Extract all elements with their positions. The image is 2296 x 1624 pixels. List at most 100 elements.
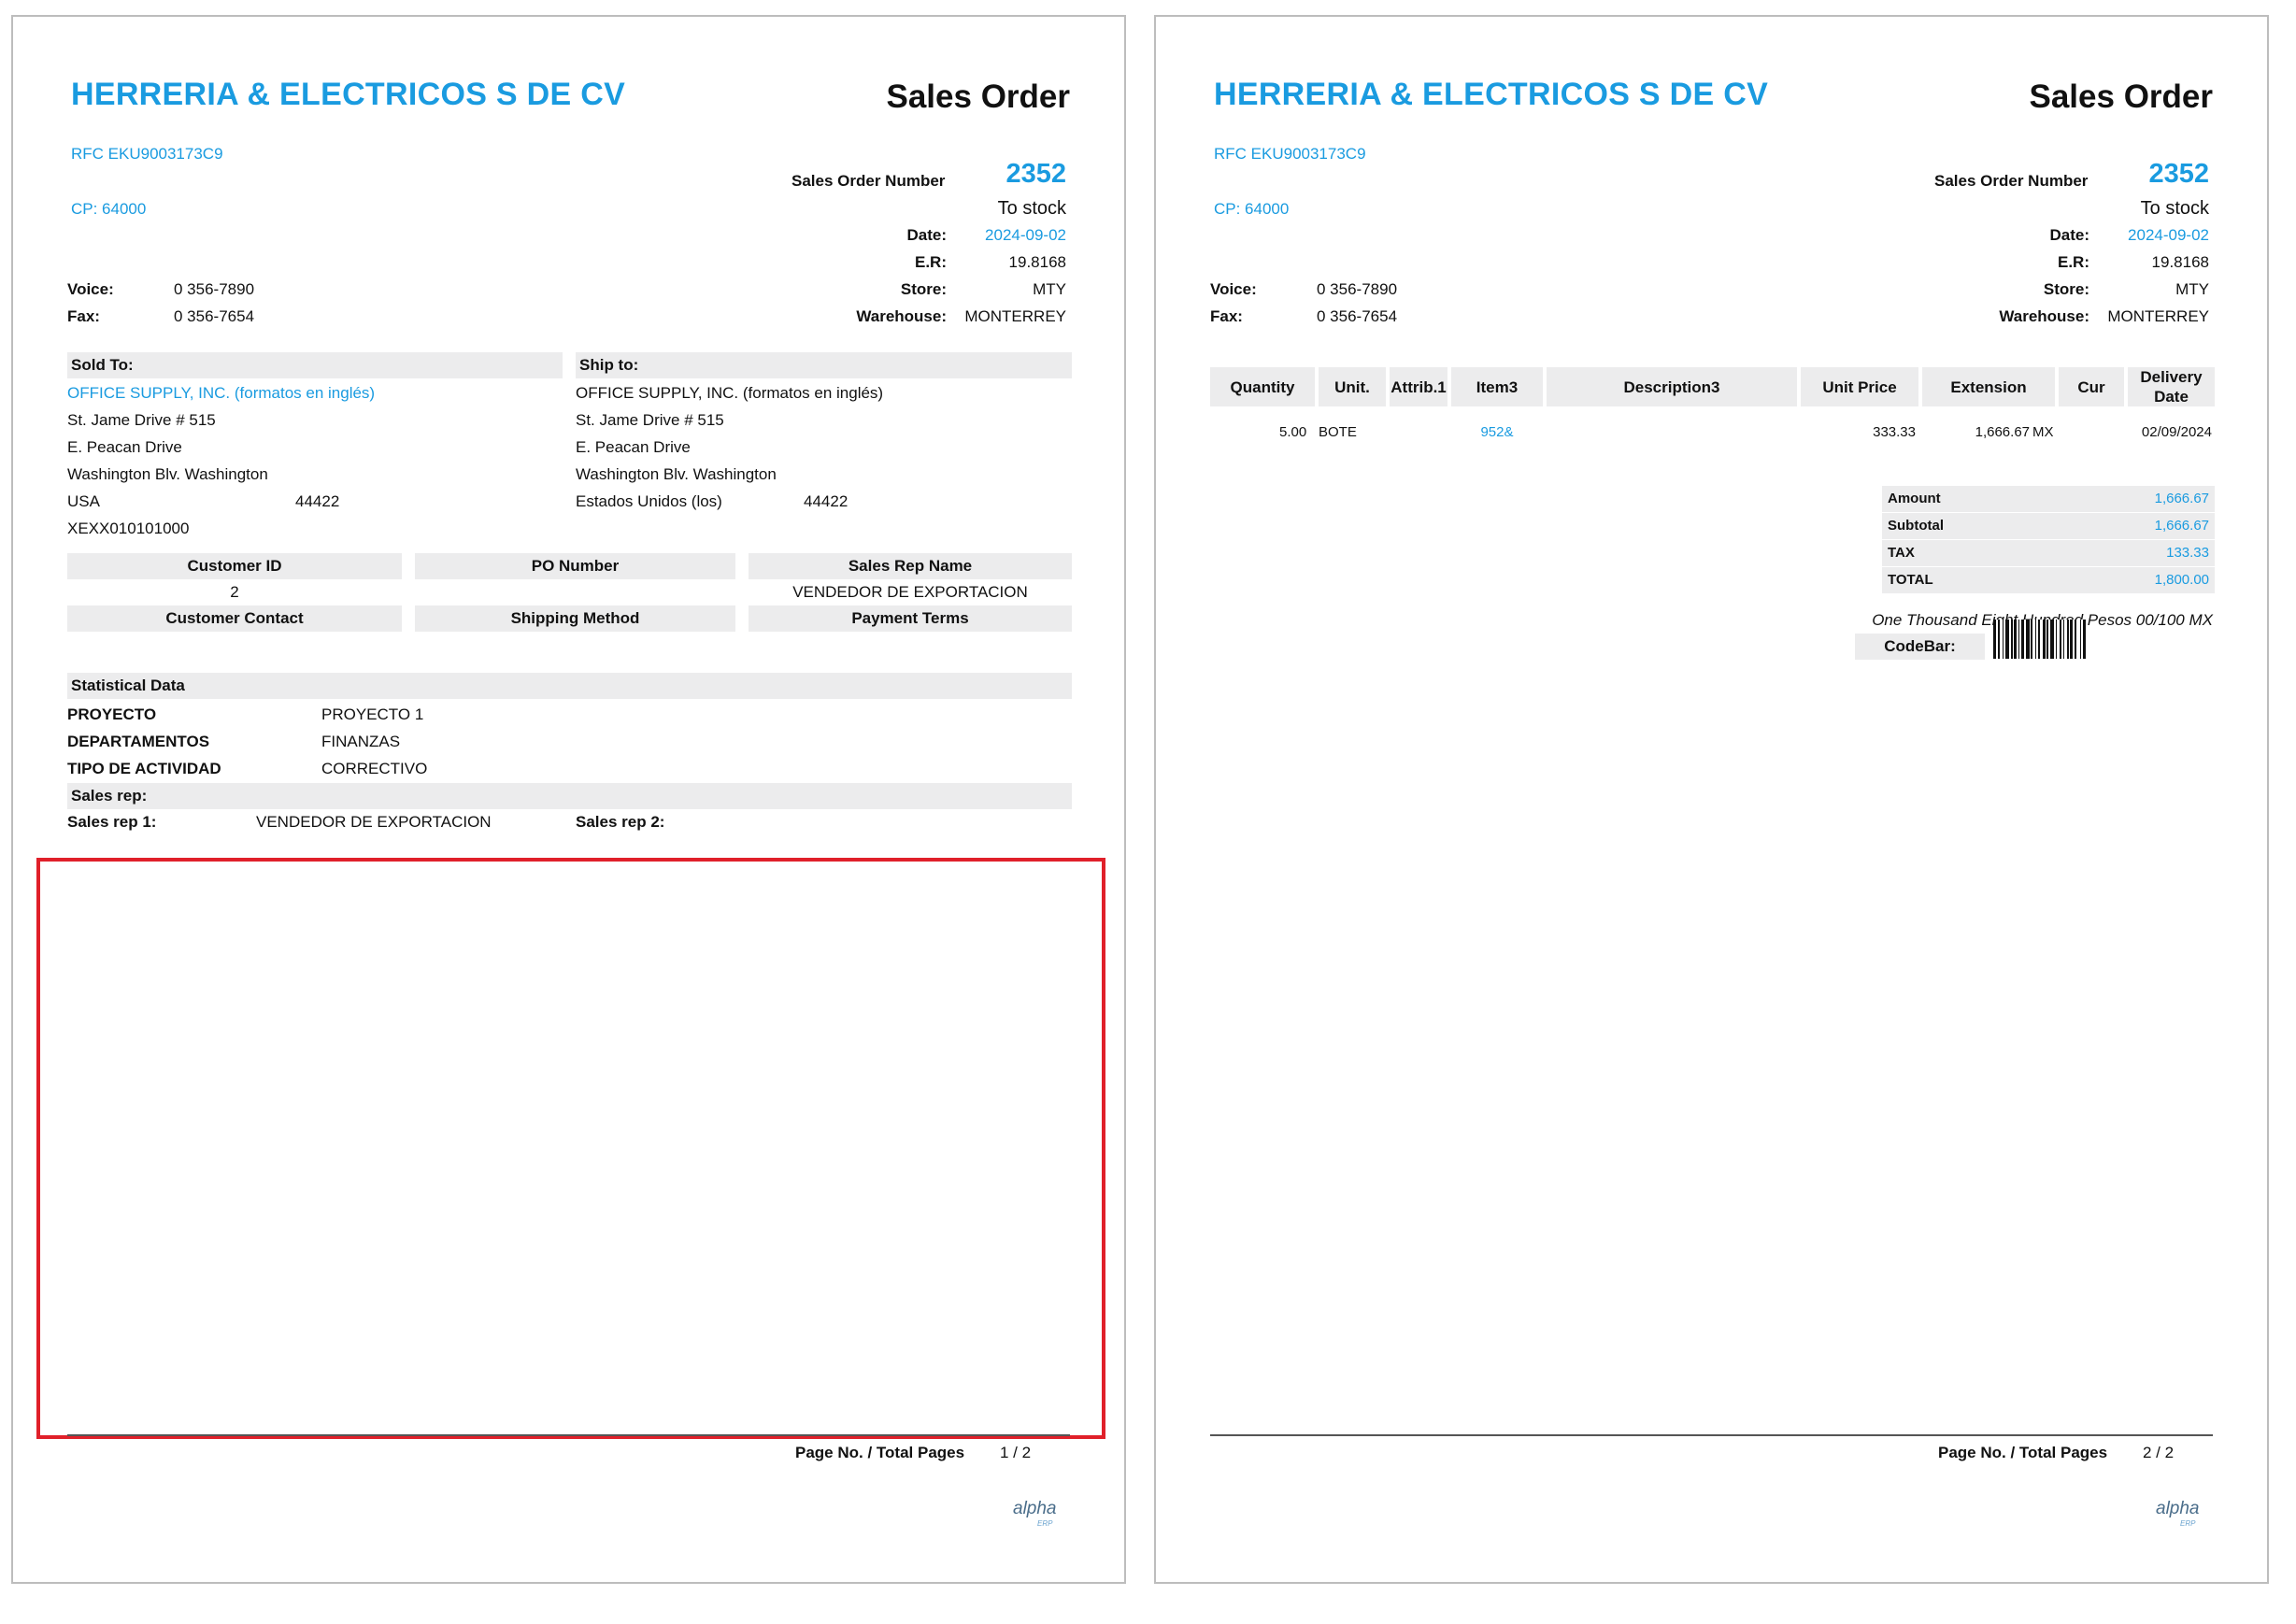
codebar-label: CodeBar: xyxy=(1855,634,1985,660)
total-label: TOTAL xyxy=(1888,572,1933,588)
footer-divider xyxy=(67,1434,1070,1436)
alpha-logo-sub: ERP xyxy=(1037,1519,1053,1528)
company-cp: CP: 64000 xyxy=(71,200,147,218)
document-title: Sales Order xyxy=(886,78,1071,115)
page-number-label: Page No. / Total Pages xyxy=(1938,1444,2108,1461)
exchange-rate: 19.8168 xyxy=(1008,253,1066,271)
col-quantity: Quantity xyxy=(1210,367,1315,406)
fax-label: Fax: xyxy=(1210,307,1243,325)
order-date: 2024-09-02 xyxy=(985,226,1066,244)
page-1: HERRERIA & ELECTRICOS S DE CV RFC EKU900… xyxy=(11,15,1126,1584)
stat-value-proyecto: PROYECTO 1 xyxy=(321,705,424,723)
company-name: HERRERIA & ELECTRICOS S DE CV xyxy=(71,77,626,112)
total-value: 1,800.00 xyxy=(2154,572,2209,588)
alpha-logo-text: alpha xyxy=(1013,1499,1057,1518)
warehouse-value: MONTERREY xyxy=(964,307,1066,325)
sold-to-tax-id: XEXX010101000 xyxy=(67,520,190,537)
sales-rep-2-label: Sales rep 2: xyxy=(576,813,665,831)
barcode-stripe xyxy=(2086,620,2088,659)
ship-to-name: OFFICE SUPPLY, INC. (formatos en inglés) xyxy=(576,384,884,402)
totals-tax-row: TAX 133.33 xyxy=(1882,540,2215,566)
store-label: Store: xyxy=(900,280,947,298)
row-delivery-date: 02/09/2024 xyxy=(2141,424,2212,440)
stat-value-tipo-actividad: CORRECTIVO xyxy=(321,760,428,777)
fax-value: 0 356-7654 xyxy=(1317,307,1398,325)
col-attrib: Attrib.1 xyxy=(1390,367,1447,406)
row-unit: BOTE xyxy=(1319,424,1357,440)
sold-to-city: Washington Blv. Washington xyxy=(67,465,268,483)
order-number: 2352 xyxy=(1005,159,1066,189)
statistical-data-header: Statistical Data xyxy=(67,673,1072,699)
company-rfc: RFC EKU9003173C9 xyxy=(71,145,223,163)
sold-to-name: OFFICE SUPPLY, INC. (formatos en inglés) xyxy=(67,384,376,402)
warehouse-value: MONTERREY xyxy=(2107,307,2209,325)
order-number-label: Sales Order Number xyxy=(791,172,946,190)
customer-contact-header: Customer Contact xyxy=(67,605,402,632)
alpha-logo: alpha ERP xyxy=(1013,1499,1057,1528)
col-unit: Unit. xyxy=(1319,367,1386,406)
row-unit-price: 333.33 xyxy=(1873,424,1916,440)
company-name: HERRERIA & ELECTRICOS S DE CV xyxy=(1214,77,1769,112)
order-type: To stock xyxy=(997,198,1066,219)
order-date: 2024-09-02 xyxy=(2128,226,2209,244)
document-title: Sales Order xyxy=(2029,78,2214,115)
order-number-label: Sales Order Number xyxy=(1934,172,2089,190)
page-number-value: 2 / 2 xyxy=(2143,1444,2175,1461)
subtotal-label: Subtotal xyxy=(1888,518,1944,534)
sold-to-line2: E. Peacan Drive xyxy=(67,438,182,456)
page-number-label: Page No. / Total Pages xyxy=(795,1444,965,1461)
totals-subtotal-row: Subtotal 1,666.67 xyxy=(1882,513,2215,539)
date-label: Date: xyxy=(2049,226,2089,244)
alpha-logo: alpha ERP xyxy=(2156,1499,2200,1528)
ship-to-city: Washington Blv. Washington xyxy=(576,465,777,483)
sold-to-zip: 44422 xyxy=(295,492,340,510)
customer-id-header: Customer ID xyxy=(67,553,402,579)
company-cp: CP: 64000 xyxy=(1214,200,1290,218)
shipping-method-header: Shipping Method xyxy=(415,605,735,632)
tax-value: 133.33 xyxy=(2166,545,2209,561)
warehouse-label: Warehouse: xyxy=(1999,307,2089,325)
fax-label: Fax: xyxy=(67,307,100,325)
barcode-image xyxy=(1993,620,2158,659)
highlight-box xyxy=(36,858,1105,1439)
page-2: HERRERIA & ELECTRICOS S DE CV RFC EKU900… xyxy=(1154,15,2269,1584)
ship-to-country: Estados Unidos (los) xyxy=(576,492,722,510)
row-extension: 1,666.67 xyxy=(1975,424,2030,440)
col-delivery-date: Delivery Date xyxy=(2128,367,2215,406)
stat-key-tipo-actividad: TIPO DE ACTIVIDAD xyxy=(67,760,221,777)
ship-to-header: Ship to: xyxy=(576,352,1072,378)
voice-value: 0 356-7890 xyxy=(1317,280,1398,298)
alpha-logo-sub: ERP xyxy=(2180,1519,2196,1528)
store-value: MTY xyxy=(2175,280,2209,298)
company-rfc: RFC EKU9003173C9 xyxy=(1214,145,1366,163)
stat-key-proyecto: PROYECTO xyxy=(67,705,157,723)
row-item: 952& xyxy=(1480,424,1514,440)
customer-id-value: 2 xyxy=(230,583,239,601)
order-type: To stock xyxy=(2140,198,2209,219)
warehouse-label: Warehouse: xyxy=(856,307,947,325)
page-number-value: 1 / 2 xyxy=(1000,1444,1032,1461)
sales-rep-name-value: VENDEDOR DE EXPORTACION xyxy=(792,583,1028,601)
er-label: E.R: xyxy=(915,253,947,271)
totals-amount-row: Amount 1,666.67 xyxy=(1882,486,2215,512)
sales-rep-1-label: Sales rep 1: xyxy=(67,813,157,831)
footer-divider xyxy=(1210,1434,2213,1436)
stat-key-departamentos: DEPARTAMENTOS xyxy=(67,733,210,750)
voice-label: Voice: xyxy=(1210,280,1257,298)
col-unit-price: Unit Price xyxy=(1801,367,1918,406)
order-number: 2352 xyxy=(2148,159,2209,189)
voice-label: Voice: xyxy=(67,280,114,298)
po-number-header: PO Number xyxy=(415,553,735,579)
exchange-rate: 19.8168 xyxy=(2151,253,2209,271)
date-label: Date: xyxy=(906,226,947,244)
store-label: Store: xyxy=(2043,280,2089,298)
sales-rep-header: Sales rep: xyxy=(67,783,1072,809)
totals-total-row: TOTAL 1,800.00 xyxy=(1882,567,2215,593)
row-cur: MX xyxy=(2032,424,2054,440)
er-label: E.R: xyxy=(2058,253,2089,271)
col-extension: Extension xyxy=(1922,367,2055,406)
ship-to-street: St. Jame Drive # 515 xyxy=(576,411,724,429)
payment-terms-header: Payment Terms xyxy=(749,605,1072,632)
col-item: Item3 xyxy=(1451,367,1543,406)
sales-rep-1-value: VENDEDOR DE EXPORTACION xyxy=(256,813,492,831)
